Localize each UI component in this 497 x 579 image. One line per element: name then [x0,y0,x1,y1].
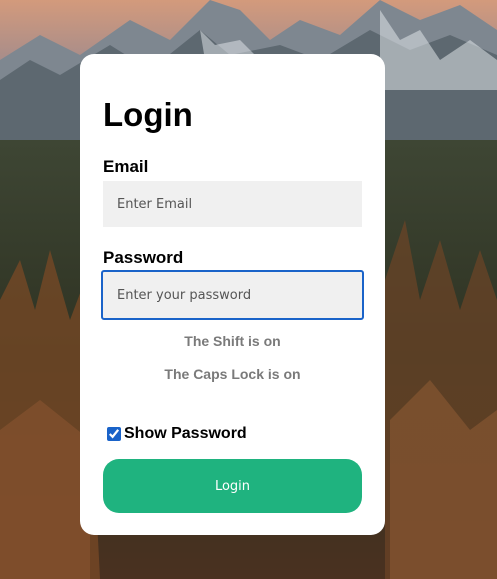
login-button[interactable]: Login [103,459,362,513]
login-card: Login Email Password The Shift is on The… [80,54,385,535]
password-label: Password [103,248,184,267]
login-title: Login [103,96,193,133]
show-password-label: Show Password [124,425,247,442]
show-password-toggle[interactable]: Show Password [107,425,247,443]
email-field[interactable] [103,181,362,227]
password-field[interactable] [101,270,364,320]
show-password-checkbox[interactable] [107,427,121,441]
shift-on-message: The Shift is on [184,333,281,349]
email-label: Email [103,157,149,176]
caps-lock-on-message: The Caps Lock is on [164,366,301,382]
